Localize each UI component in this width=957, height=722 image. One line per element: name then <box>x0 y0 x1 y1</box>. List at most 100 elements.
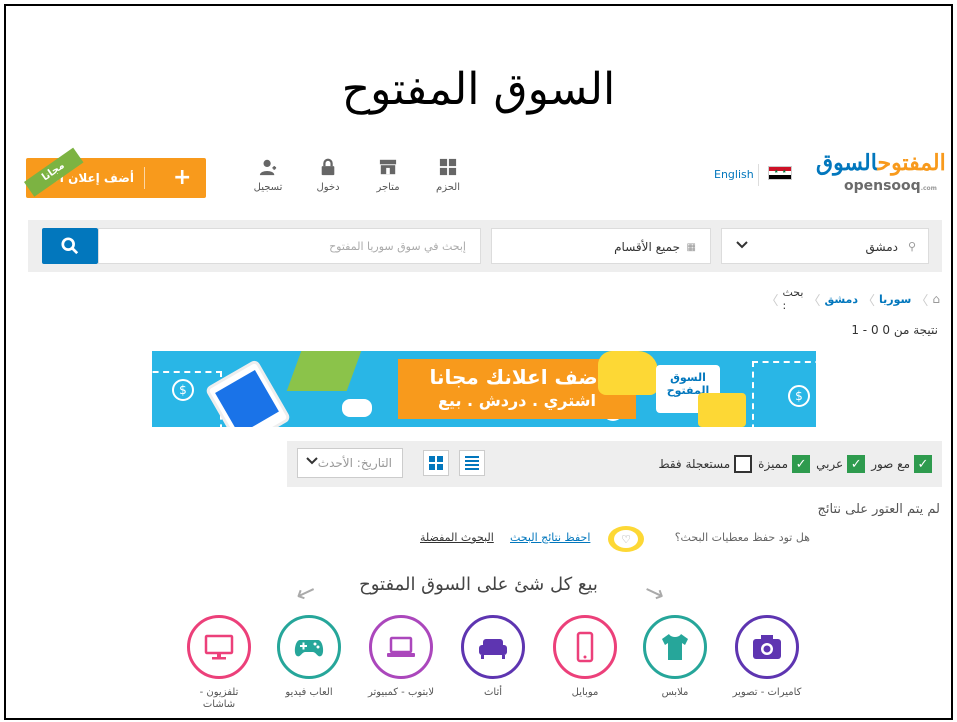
category-clothes[interactable]: ملابس <box>638 615 712 699</box>
search-input[interactable]: إبحث في سوق سوريا المفتوح <box>98 228 481 264</box>
laptop-icon <box>387 636 415 657</box>
logo-word-1: السوق <box>816 150 878 176</box>
logo-latin-suffix: .com <box>920 185 937 192</box>
save-search-row: هل تود حفظ معطيات البحث؟ ♡ احفظ نتائج ال… <box>360 526 810 552</box>
sort-select[interactable]: التاريخ: الأحدث <box>297 448 403 478</box>
city-select[interactable]: ⚲ دمشق <box>721 228 929 264</box>
filter-label: عربي <box>816 457 844 471</box>
city-value: دمشق <box>865 240 898 254</box>
mobile-icon <box>576 631 594 663</box>
logo-latin-text: opensooq <box>844 178 921 194</box>
checkbox-checked[interactable]: ✓ <box>792 455 811 473</box>
filter-label: مميزة <box>758 457 789 471</box>
category-circle <box>461 615 525 679</box>
category-label: العاب فيديو <box>285 687 333 698</box>
category-cameras[interactable]: كاميرات - تصوير <box>730 615 804 699</box>
camera-icon <box>753 635 781 659</box>
site-logo[interactable]: المفتوحالسوق <box>816 150 946 176</box>
filter-urgent[interactable]: مستعجلة فقط <box>658 455 753 473</box>
checkbox-checked[interactable]: ✓ <box>914 455 932 473</box>
breadcrumb-separator: 〈 <box>807 293 821 309</box>
nav-packages[interactable]: الحزم <box>424 158 472 200</box>
no-results-message: لم يتم العتور على نتائج <box>817 502 940 517</box>
logo-word-2: المفتوح <box>877 150 946 176</box>
category-label: أثاث <box>483 687 503 698</box>
nav-register-label: تسجيل <box>253 182 283 193</box>
category-furniture[interactable]: أثاث <box>456 615 530 699</box>
category-tvs[interactable]: تلفزيون - شاشات <box>182 615 256 711</box>
breadcrumb: ⌂ 〈 سوريا 〈 دمشق 〈 بحث : 〈 <box>765 286 940 312</box>
home-icon[interactable]: ⌂ <box>932 292 940 306</box>
location-pin-icon: ⚲ <box>907 240 916 253</box>
checkbox-checked[interactable]: ✓ <box>847 455 866 473</box>
breadcrumb-city[interactable]: دمشق <box>824 293 858 306</box>
filter-label: مع صور <box>871 457 910 471</box>
breadcrumb-separator: 〈 <box>862 293 876 309</box>
sell-heading: بيع كل شئ على السوق المفتوح <box>359 574 598 595</box>
language-switch[interactable]: English <box>714 168 754 181</box>
grid-view-button[interactable] <box>423 450 449 476</box>
favorite-searches-link[interactable]: البحوث المفضلة <box>420 531 494 544</box>
nav-stores-label: متاجر <box>376 182 400 193</box>
breadcrumb-separator: 〈 <box>765 293 779 309</box>
list-view-button[interactable] <box>459 450 485 476</box>
nav-stores[interactable]: متاجر <box>364 158 412 200</box>
search-button[interactable] <box>42 228 98 264</box>
category-circle <box>735 615 799 679</box>
result-count: 1 - 0 نتيجة من 0 <box>851 323 938 337</box>
category-value: جميع الأقسام <box>614 240 680 254</box>
dollar-coin-icon: $ <box>172 379 194 401</box>
add-user-icon <box>259 159 277 176</box>
save-search-link[interactable]: احفظ نتائج البحث <box>510 531 590 544</box>
filter-featured[interactable]: ✓ مميزة <box>758 455 811 473</box>
filter-arabic[interactable]: ✓ عربي <box>816 455 866 473</box>
category-video-games[interactable]: العاب فيديو <box>272 615 346 699</box>
nav-register[interactable]: تسجيل <box>244 158 292 200</box>
category-circle <box>187 615 251 679</box>
promo-banner[interactable]: $ $ $ اضف اعلانك مجانا اشتري . دردش . بي… <box>152 351 816 427</box>
breadcrumb-separator: 〈 <box>915 293 929 309</box>
tv-icon <box>204 634 234 660</box>
category-circle <box>643 615 707 679</box>
plus-icon: + <box>172 165 192 190</box>
search-icon <box>61 237 79 255</box>
category-laptops[interactable]: لابتوب - كمبيوتر <box>364 615 438 699</box>
category-circle <box>369 615 433 679</box>
filter-with-photos[interactable]: ✓ مع صور <box>871 455 932 473</box>
nav-packages-label: الحزم <box>436 182 460 193</box>
packages-icon <box>439 158 457 176</box>
button-divider <box>143 167 145 189</box>
category-label: تلفزيون - شاشات <box>199 687 239 710</box>
filter-label: مستعجلة فقط <box>658 457 731 471</box>
logo-latin: opensooq.com <box>844 178 937 194</box>
category-label: موبايل <box>571 687 599 698</box>
chevron-down-icon <box>306 454 318 469</box>
store-icon <box>379 159 397 175</box>
chevron-down-icon <box>736 238 748 253</box>
favorite-button[interactable]: ♡ <box>608 526 644 552</box>
grid-icon: ▦ <box>686 242 696 253</box>
site-header: أضف إعلان الآن + مجانا الحزم متاجر دخول <box>24 147 946 208</box>
category-label: ملابس <box>661 687 689 698</box>
gamepad-image <box>342 399 372 417</box>
car-image <box>598 351 658 395</box>
tshirt-icon <box>662 634 688 660</box>
category-mobile[interactable]: موبايل <box>548 615 622 699</box>
nav-login[interactable]: دخول <box>304 158 352 200</box>
filter-checkboxes: ✓ مع صور ✓ عربي ✓ مميزة مستعجلة فقط <box>652 455 932 473</box>
category-select[interactable]: ▦ جميع الأقسام <box>491 228 711 264</box>
breadcrumb-country[interactable]: سوريا <box>879 293 911 306</box>
lock-icon <box>321 158 335 176</box>
category-circle <box>277 615 341 679</box>
heart-icon: ♡ <box>614 530 638 548</box>
checkbox-unchecked[interactable] <box>734 455 753 473</box>
search-bar: إبحث في سوق سوريا المفتوح ▦ جميع الأقسام… <box>28 220 942 272</box>
header-nav: الحزم متاجر دخول تسجيل <box>232 158 472 200</box>
grid-view-icon <box>429 456 443 470</box>
banner-subline: اشتري . دردش . بيع <box>438 391 596 410</box>
nav-login-label: دخول <box>316 182 340 193</box>
list-view-icon <box>465 456 479 470</box>
filter-bar: التاريخ: الأحدث ✓ مع صور ✓ عربي ✓ مميزة … <box>287 441 942 487</box>
syria-flag-icon: ★ ★ <box>768 166 792 180</box>
sofa-icon <box>479 639 507 659</box>
